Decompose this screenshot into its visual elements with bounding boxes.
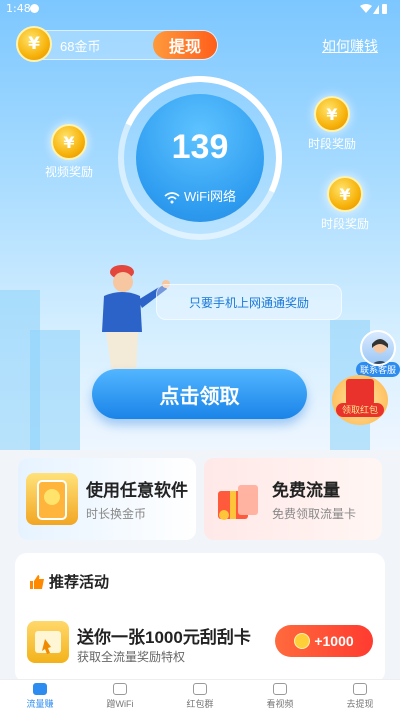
recommended-section: 推荐活动 送你一张1000元刮刮卡 获取全流量奖励特权 +1000 (15, 553, 385, 683)
gold-coin-icon: ¥ (51, 124, 87, 160)
free-data-card[interactable]: 免费流量 免费领取流量卡 (204, 458, 382, 540)
card-subtitle: 免费领取流量卡 (272, 507, 357, 521)
period-reward-label: 时段奖励 (320, 217, 369, 231)
activity-reward: +1000 (314, 633, 354, 649)
tab-wifi[interactable]: 蹭WiFi (80, 680, 160, 711)
coin-balance: 68金币 (60, 39, 101, 54)
activity-subtitle: 获取全流量奖励特权 (77, 650, 186, 664)
customer-service-button[interactable]: 联系客服 (356, 330, 400, 377)
coins-icon (193, 683, 207, 695)
tab-data-earn[interactable]: 流量赚 (0, 680, 80, 711)
wifi-icon (164, 191, 180, 204)
tab-redpacket-group[interactable]: 红包群 (160, 680, 240, 711)
scratch-card-icon (27, 621, 69, 663)
card-subtitle: 时长换金币 (86, 507, 147, 521)
phone-coins-icon (26, 473, 78, 525)
thumbs-up-icon (30, 575, 44, 589)
shield-icon (113, 683, 127, 695)
period-reward-1[interactable]: ¥ 时段奖励 (297, 96, 367, 152)
book-icon (273, 683, 287, 695)
claim-button[interactable]: 点击领取 (92, 369, 307, 419)
city-building (30, 330, 80, 450)
tab-label: 去提现 (346, 699, 374, 709)
network-label: WiFi网络 (184, 189, 236, 204)
red-envelope-icon (346, 379, 374, 405)
activity-reward-button[interactable]: +1000 (275, 625, 373, 657)
status-time: 1:48 (6, 2, 31, 15)
tab-withdraw[interactable]: 去提现 (320, 680, 400, 711)
tab-label: 流量赚 (26, 699, 54, 709)
card-title: 免费流量 (272, 481, 340, 500)
hero-section: 1:48 ¥ 68金币 提现 如何赚钱 139 WiFi网络 ¥ 视频奖励 ¥ … (0, 0, 400, 450)
card-title: 使用任意软件 (86, 481, 188, 500)
meter-value: 139 (171, 128, 229, 166)
agent-avatar-icon (360, 330, 396, 366)
wallet-icon (353, 683, 367, 695)
how-to-earn-link[interactable]: 如何赚钱 (322, 36, 378, 56)
video-reward-label: 视频奖励 (44, 165, 93, 179)
promo-bubble: 只要手机上网通通奖励 (156, 284, 342, 320)
tab-label: 红包群 (186, 699, 214, 709)
video-reward[interactable]: ¥ 视频奖励 (34, 124, 104, 180)
withdraw-button[interactable]: 提现 (153, 31, 217, 59)
notification-icon (30, 4, 39, 13)
gold-coin-icon: ¥ (327, 176, 363, 212)
gold-coin-icon: ¥ (16, 26, 52, 62)
use-any-app-card[interactable]: 使用任意软件 时长换金币 (18, 458, 196, 540)
network-type: WiFi网络 (136, 186, 264, 205)
section-title-text: 推荐活动 (49, 574, 110, 591)
gift-box-icon (212, 473, 264, 525)
signal-battery-icon (360, 4, 387, 14)
bottom-tab-bar: 流量赚 蹭WiFi 红包群 看视频 去提现 (0, 679, 400, 711)
mascot-illustration (102, 265, 170, 374)
coin-icon (294, 633, 311, 649)
redpacket-label: 领取红包 (336, 403, 384, 417)
period-reward-label: 时段奖励 (307, 137, 356, 151)
tab-video[interactable]: 看视频 (240, 680, 320, 711)
phone-icon (33, 683, 47, 695)
gold-coin-icon: ¥ (314, 96, 350, 132)
redpacket-button[interactable]: 领取红包 (332, 375, 388, 425)
section-title: 推荐活动 (29, 571, 109, 592)
period-reward-2[interactable]: ¥ 时段奖励 (310, 176, 380, 232)
tab-label: 看视频 (266, 699, 294, 709)
tab-label: 蹭WiFi (106, 699, 134, 709)
status-bar: 1:48 (0, 0, 400, 18)
app-screen: 1:48 ¥ 68金币 提现 如何赚钱 139 WiFi网络 ¥ 视频奖励 ¥ … (0, 0, 400, 711)
activity-title: 送你一张1000元刮刮卡 (77, 628, 251, 647)
